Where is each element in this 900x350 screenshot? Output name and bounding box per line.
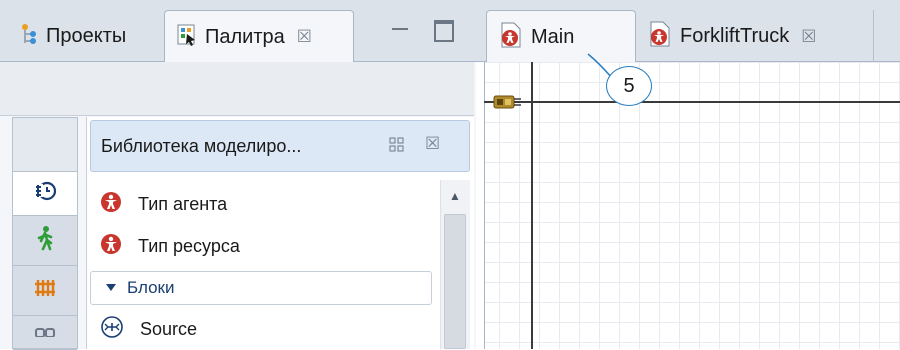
section-blocks[interactable]: Блоки [90,271,432,305]
category-more[interactable] [13,316,77,350]
palette-item-label: Тип ресурса [138,235,240,256]
category-button-empty[interactable] [13,118,77,172]
section-label: Блоки [127,278,175,297]
source-icon [100,315,124,344]
tab-main-label: Main [531,25,575,48]
close-icon[interactable]: ☒ [801,27,816,47]
tab-forklifttruck-label: ForkliftTruck [680,25,790,47]
palette-item-source[interactable]: Source [100,312,197,346]
graphical-editor-canvas[interactable] [484,62,900,349]
palette-item-agent-type[interactable]: Тип агента [100,187,227,221]
resource-type-icon [100,233,122,260]
agent-type-icon [648,21,672,52]
tab-forklifttruck[interactable]: ForkliftTruck ☒ [636,10,874,63]
callout-number-badge: 5 [606,66,652,106]
category-rail[interactable] [13,266,77,316]
agent-type-icon [100,191,122,218]
process-modeling-icon [32,179,58,208]
category-process-modeling[interactable] [13,172,77,216]
palette-icon [177,24,197,51]
more-icon [33,323,57,342]
palette-item-label: Source [140,318,198,339]
palette-item-resource-type[interactable]: Тип ресурса [100,229,240,263]
category-pedestrian[interactable] [13,216,77,266]
left-tab-bar: Проекты Палитра ☒ [0,0,476,63]
library-title: Библиотека моделиро... [101,135,302,156]
tab-main[interactable]: Main [486,10,636,63]
canvas-axis-horizontal [484,101,900,103]
tab-palette[interactable]: Палитра ☒ [164,10,354,63]
library-header[interactable]: Библиотека моделиро... ☒ [90,120,470,172]
chevron-down-icon [105,279,117,297]
view-menu-icon[interactable] [389,137,405,153]
rail-icon [33,277,57,304]
agent-origin-marker-icon[interactable] [493,94,521,110]
maximize-icon[interactable] [434,20,454,42]
close-icon[interactable]: ☒ [425,134,440,154]
scrollbar-thumb[interactable] [444,214,466,349]
tab-projects-label: Проекты [46,24,127,47]
minimize-icon[interactable] [388,22,412,42]
pedestrian-icon [34,225,56,256]
palette-toolbar [0,62,474,116]
projects-icon [20,23,38,50]
agent-type-icon [499,22,523,53]
tab-projects[interactable]: Проекты [8,10,164,62]
scroll-up-arrow-icon[interactable]: ▲ [444,185,466,207]
palette-item-label: Тип агента [138,193,228,214]
palette-category-strip [12,117,78,350]
close-icon[interactable]: ☒ [297,27,312,47]
tab-palette-label: Палитра [205,25,285,48]
canvas-axis-vertical [531,62,533,349]
